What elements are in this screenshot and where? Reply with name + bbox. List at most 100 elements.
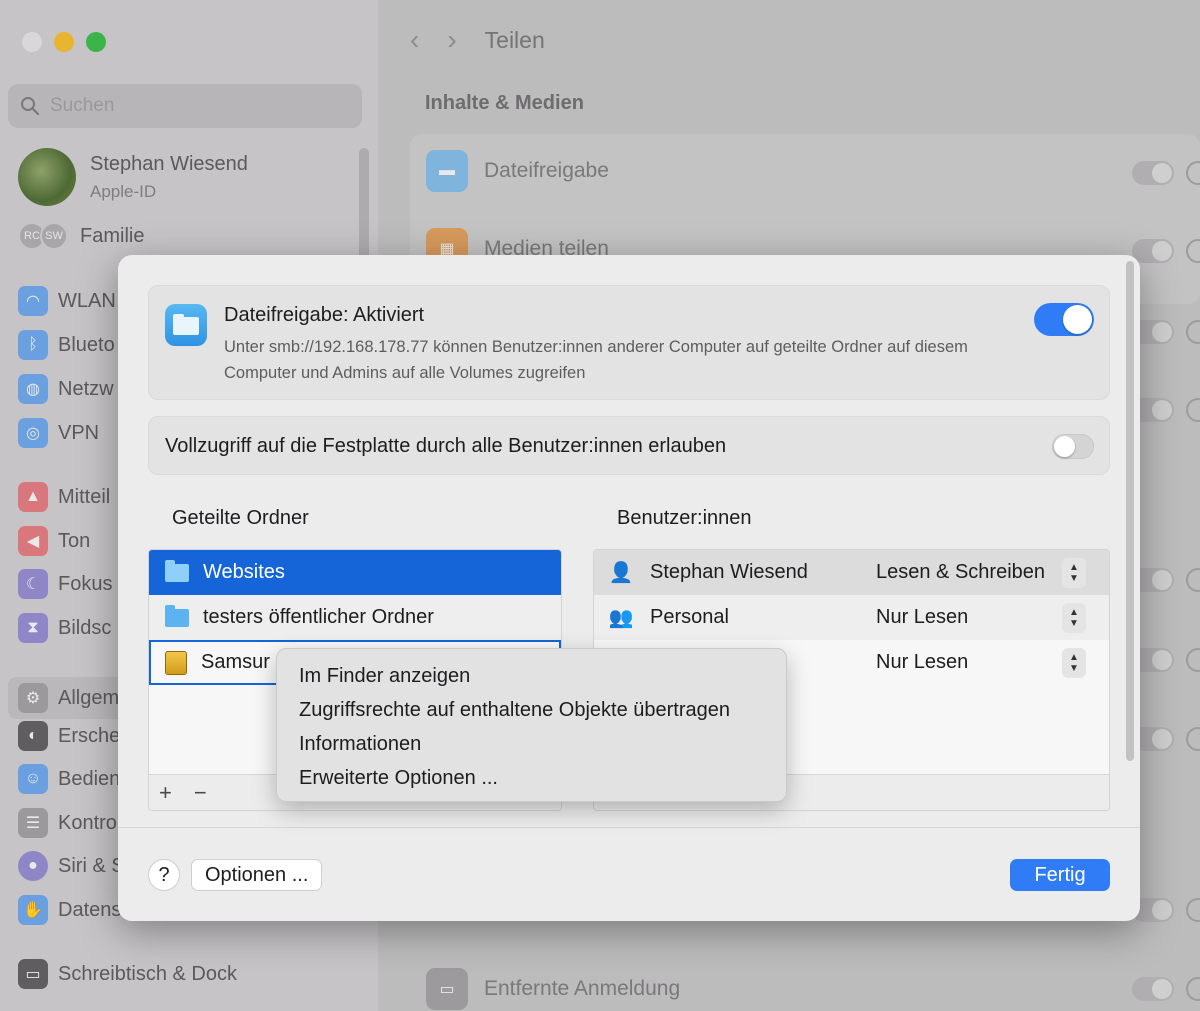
settings-row-label: Dateifreigabe xyxy=(484,159,609,182)
folder-name: Websites xyxy=(203,561,285,583)
minimize-window-button[interactable] xyxy=(54,32,74,52)
sidebar-item-label: Bedien xyxy=(58,767,121,790)
back-button[interactable]: ‹ xyxy=(410,24,419,56)
table-row[interactable]: 👥 Personal Nur Lesen ▲ ▼ xyxy=(594,595,1109,640)
wifi-icon: ◠ xyxy=(18,286,48,316)
profile-name: Stephan Wiesend xyxy=(90,152,248,175)
sheet-scrollbar[interactable] xyxy=(1126,261,1134,761)
sidebar-item-desktop-dock[interactable]: ▭ Schreibtisch & Dock xyxy=(18,959,237,989)
sidebar-item-label: Fokus xyxy=(58,572,113,595)
remove-folder-button[interactable]: − xyxy=(194,780,207,806)
sidebar-item-network[interactable]: ◍ Netzw xyxy=(18,374,114,404)
menu-item-apply-permissions[interactable]: Zugriffsrechte auf enthaltene Objekte üb… xyxy=(277,693,786,727)
bluetooth-icon: ᛒ xyxy=(18,330,48,360)
search-placeholder: Suchen xyxy=(50,95,115,116)
forward-button[interactable]: › xyxy=(447,24,456,56)
context-menu: Im Finder anzeigen Zugriffsrechte auf en… xyxy=(276,648,787,802)
sidebar-item-family[interactable]: RC SW Familie xyxy=(18,222,144,250)
file-sharing-toggle[interactable] xyxy=(1034,303,1094,336)
menu-item-advanced-options[interactable]: Erweiterte Optionen ... xyxy=(277,761,786,795)
permission-stepper[interactable]: ▲ ▼ xyxy=(1062,602,1086,633)
sidebar-item-siri[interactable]: ● Siri & S xyxy=(18,851,125,881)
sidebar-scrollbar[interactable] xyxy=(359,148,369,268)
sidebar-item-label: Netzw xyxy=(58,377,114,400)
sidebar-item-wlan[interactable]: ◠ WLAN xyxy=(18,286,116,316)
search-icon xyxy=(21,97,40,116)
full-disk-access-label: Vollzugriff auf die Festplatte durch all… xyxy=(165,435,727,457)
user-permission[interactable]: Nur Lesen xyxy=(876,651,1062,674)
sidebar-item-label: Schreibtisch & Dock xyxy=(58,962,237,985)
zoom-window-button[interactable] xyxy=(86,32,106,52)
vpn-icon: ◎ xyxy=(18,418,48,448)
permission-stepper[interactable]: ▲ ▼ xyxy=(1062,647,1086,678)
full-disk-access-toggle[interactable] xyxy=(1052,434,1094,459)
divider xyxy=(118,827,1140,828)
folder-icon xyxy=(165,304,207,346)
settings-row-file-sharing[interactable]: ▬ Dateifreigabe xyxy=(426,150,1200,192)
gear-icon: ⚙ xyxy=(18,683,48,713)
sidebar-item-label: Datens xyxy=(58,898,122,921)
sidebar-item-appearance[interactable]: ◐ Ersche xyxy=(18,721,120,751)
shared-folders-heading: Geteilte Ordner xyxy=(172,507,309,529)
sidebar-item-focus[interactable]: ☾ Fokus xyxy=(18,569,112,599)
table-row[interactable]: 👤 Stephan Wiesend Lesen & Schreiben ▲ ▼ xyxy=(594,550,1109,595)
appearance-icon: ◐ xyxy=(18,721,48,751)
settings-row-remote-login[interactable]: ▭ Entfernte Anmeldung xyxy=(426,968,1200,1010)
full-disk-access-card: Vollzugriff auf die Festplatte durch all… xyxy=(148,416,1110,475)
sidebar-item-notifications[interactable]: ▲ Mitteil xyxy=(18,482,110,512)
toolbar: ‹ › Teilen xyxy=(410,24,545,56)
menu-item-get-info[interactable]: Informationen xyxy=(277,727,786,761)
speaker-icon: ◀ xyxy=(18,526,48,556)
siri-icon: ● xyxy=(18,851,48,881)
sidebar-item-bluetooth[interactable]: ᛒ Blueto xyxy=(18,330,115,360)
file-sharing-description: Unter smb://192.168.178.77 können Benutz… xyxy=(224,338,968,382)
file-sharing-status-card: Dateifreigabe: Aktiviert Unter smb://192… xyxy=(148,285,1110,400)
done-button[interactable]: Fertig xyxy=(1010,859,1110,891)
list-item[interactable]: testers öffentlicher Ordner xyxy=(149,595,561,640)
sidebar-item-sound[interactable]: ◀ Ton xyxy=(18,526,90,556)
toggle-switch[interactable] xyxy=(1132,977,1174,1001)
terminal-icon: ▭ xyxy=(426,968,468,1010)
drive-icon xyxy=(165,650,187,675)
user-permission[interactable]: Lesen & Schreiben xyxy=(876,561,1062,584)
permission-stepper[interactable]: ▲ ▼ xyxy=(1062,557,1086,588)
close-window-button[interactable] xyxy=(22,32,42,52)
sidebar-item-label: Mitteil xyxy=(58,485,111,508)
menu-item-show-in-finder[interactable]: Im Finder anzeigen xyxy=(277,659,786,693)
profile-subtitle: Apple-ID xyxy=(90,181,157,201)
sidebar-item-privacy[interactable]: ✋ Datens xyxy=(18,895,121,925)
sidebar-item-label: Ersche xyxy=(58,724,121,747)
user-permission[interactable]: Nur Lesen xyxy=(876,606,1062,629)
sidebar-item-label: Ton xyxy=(58,529,91,552)
sidebar-item-label: WLAN xyxy=(58,289,116,312)
sidebar-item-label: Allgem xyxy=(58,686,120,709)
file-sharing-title: Dateifreigabe: Aktiviert xyxy=(224,304,425,326)
search-input[interactable]: Suchen xyxy=(8,84,362,128)
folder-name: Samsur xyxy=(201,651,270,673)
group-icon: 👥 xyxy=(608,607,634,629)
hand-icon: ✋ xyxy=(18,895,48,925)
folder-name: testers öffentlicher Ordner xyxy=(203,606,434,628)
options-button[interactable]: Optionen ... xyxy=(191,859,323,891)
help-button[interactable]: ? xyxy=(148,859,180,891)
settings-row-label: Entfernte Anmeldung xyxy=(484,977,681,1000)
add-folder-button[interactable]: + xyxy=(159,780,172,806)
apple-id-profile[interactable]: Stephan Wiesend Apple-ID xyxy=(18,148,248,206)
file-sharing-sheet: Dateifreigabe: Aktiviert Unter smb://192… xyxy=(118,255,1140,921)
list-item[interactable]: Websites xyxy=(149,550,561,595)
toggle-switch[interactable] xyxy=(1132,239,1174,263)
sidebar-item-label: Blueto xyxy=(58,333,115,356)
sidebar-item-label: Bildsc xyxy=(58,616,112,639)
sidebar-item-control-center[interactable]: ☰ Kontro xyxy=(18,808,117,838)
sidebar-item-vpn[interactable]: ◎ VPN xyxy=(18,418,99,448)
bell-icon: ▲ xyxy=(18,482,48,512)
control-center-icon: ☰ xyxy=(18,808,48,838)
family-member-badge: SW xyxy=(40,222,68,250)
toggle-switch[interactable] xyxy=(1132,161,1174,185)
sidebar-item-label: Familie xyxy=(80,224,145,247)
sidebar-item-accessibility[interactable]: ☺ Bedien xyxy=(18,764,120,794)
sidebar-item-screen-time[interactable]: ⧗ Bildsc xyxy=(18,613,111,643)
moon-icon: ☾ xyxy=(18,569,48,599)
person-icon: 👤 xyxy=(608,562,634,584)
folder-icon: ▬ xyxy=(426,150,468,192)
